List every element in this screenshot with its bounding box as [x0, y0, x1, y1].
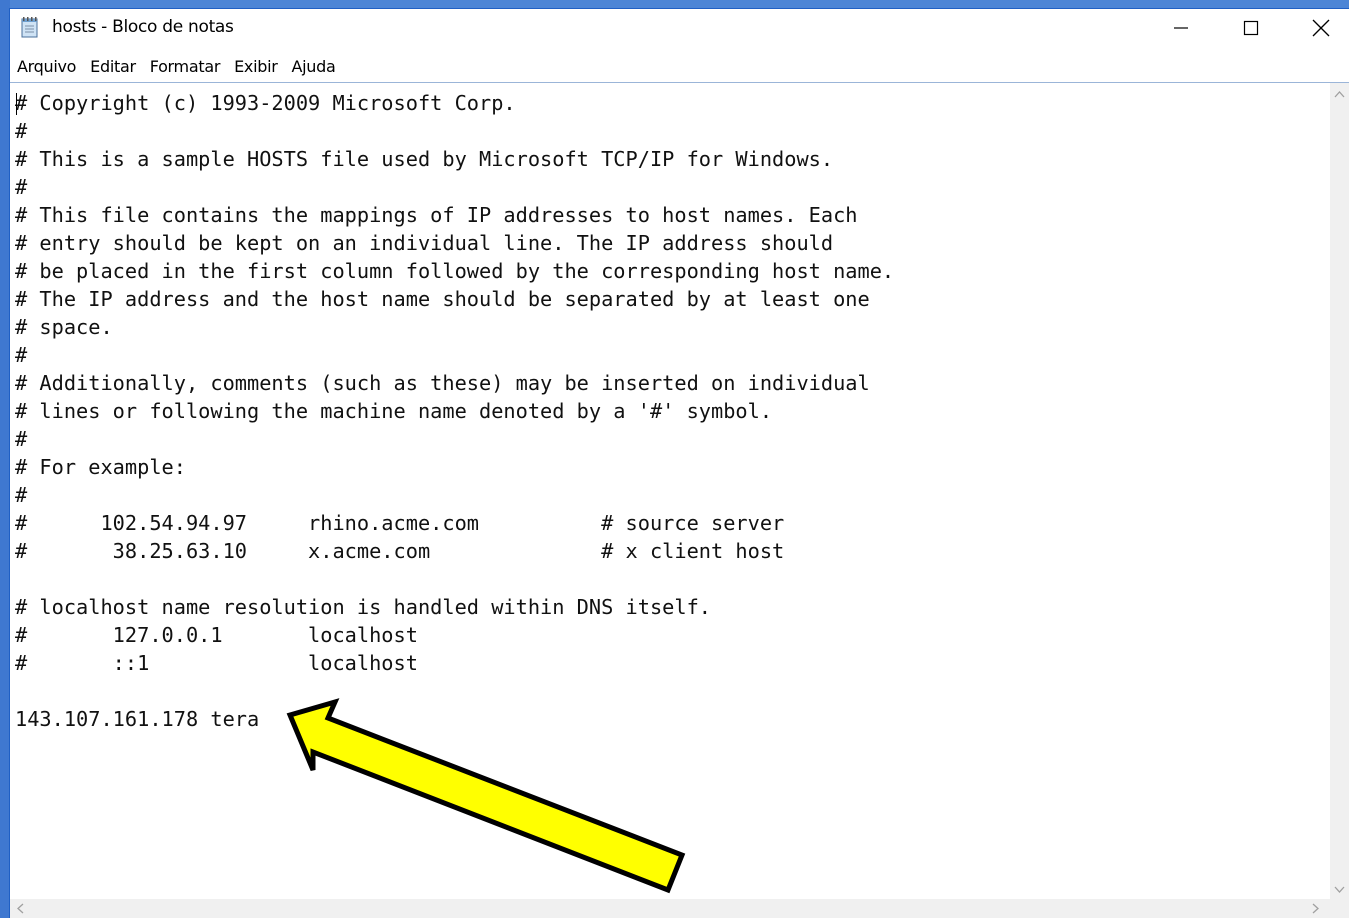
editor-line[interactable]: #	[15, 117, 27, 145]
minimize-icon	[1174, 26, 1188, 29]
editor-line[interactable]: # 38.25.63.10 x.acme.com # x client host	[15, 537, 784, 565]
editor-line[interactable]: # Copyright (c) 1993-2009 Microsoft Corp…	[15, 89, 516, 117]
desktop-background-left	[0, 0, 10, 918]
menu-exibir[interactable]: Exibir	[234, 57, 278, 76]
editor-line[interactable]: # The IP address and the host name shoul…	[15, 285, 870, 313]
title-bar[interactable]: hosts - Bloco de notas	[10, 9, 1349, 46]
menu-editar[interactable]: Editar	[90, 57, 136, 76]
editor-line[interactable]: # lines or following the machine name de…	[15, 397, 772, 425]
notepad-icon[interactable]	[20, 16, 40, 38]
scroll-down-icon[interactable]	[1334, 883, 1345, 897]
editor-line[interactable]: # localhost name resolution is handled w…	[15, 593, 711, 621]
menu-bar: Arquivo Editar Formatar Exibir Ajuda	[10, 53, 1349, 79]
desktop-background-top	[0, 0, 1349, 9]
editor-line[interactable]: #	[15, 481, 27, 509]
editor-line[interactable]: # This file contains the mappings of IP …	[15, 201, 858, 229]
editor-line[interactable]: # This is a sample HOSTS file used by Mi…	[15, 145, 833, 173]
menu-formatar[interactable]: Formatar	[150, 57, 221, 76]
editor-line[interactable]: #	[15, 425, 27, 453]
close-icon	[1312, 19, 1330, 36]
editor-line[interactable]: # For example:	[15, 453, 186, 481]
editor-line[interactable]: # 102.54.94.97 rhino.acme.com # source s…	[15, 509, 784, 537]
editor-line[interactable]: #	[15, 173, 27, 201]
scroll-left-icon[interactable]	[16, 903, 24, 917]
editor-line[interactable]: # space.	[15, 313, 113, 341]
editor-line[interactable]: #	[15, 341, 27, 369]
horizontal-scrollbar[interactable]	[10, 899, 1330, 918]
yellow-arrow-annotation	[286, 698, 686, 894]
window-title: hosts - Bloco de notas	[52, 17, 234, 37]
maximize-button[interactable]	[1216, 9, 1286, 46]
editor-line[interactable]: # 127.0.0.1 localhost	[15, 621, 418, 649]
scroll-right-icon[interactable]	[1312, 903, 1320, 917]
editor-line[interactable]: # Additionally, comments (such as these)…	[15, 369, 870, 397]
menu-arquivo[interactable]: Arquivo	[17, 57, 76, 76]
resize-grip[interactable]	[1330, 899, 1349, 918]
editor-line[interactable]: # entry should be kept on an individual …	[15, 229, 833, 257]
hosts-entry-line[interactable]: 143.107.161.178 tera	[15, 705, 259, 733]
close-button[interactable]	[1286, 9, 1349, 46]
minimize-button[interactable]	[1146, 9, 1216, 46]
maximize-icon	[1243, 20, 1259, 35]
menu-ajuda[interactable]: Ajuda	[292, 57, 336, 76]
vertical-scrollbar[interactable]	[1330, 83, 1349, 899]
scroll-up-icon[interactable]	[1334, 87, 1345, 101]
text-caret	[16, 93, 17, 115]
editor-line[interactable]: # ::1 localhost	[15, 649, 418, 677]
editor-line[interactable]: # be placed in the first column followed…	[15, 257, 894, 285]
arrow-shape	[286, 698, 686, 894]
